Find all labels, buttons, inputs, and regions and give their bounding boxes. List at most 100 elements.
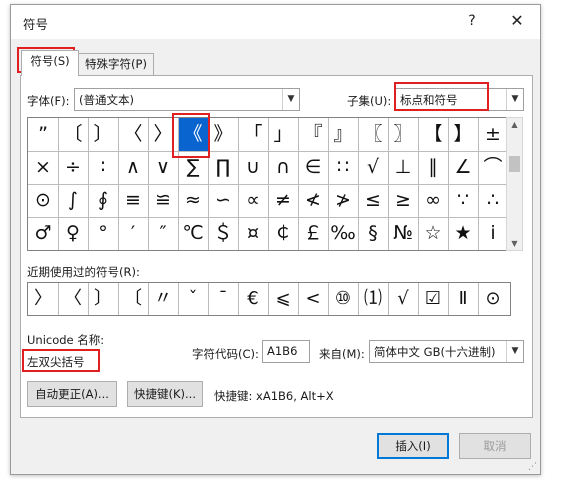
symbol-cell[interactable]: ⊙ (28, 184, 58, 217)
symbol-cell[interactable]: ≡ (118, 184, 148, 217)
symbol-cell[interactable]: ¤ (238, 217, 268, 250)
symbol-grid-scrollbar[interactable]: ▲ ▼ (506, 117, 523, 251)
recent-symbol-cell[interactable]: ☑ (418, 283, 448, 315)
scroll-up-icon[interactable]: ▲ (507, 120, 522, 129)
recent-symbol-cell[interactable]: ˉ (208, 283, 238, 315)
symbol-cell[interactable]: ∽ (208, 184, 238, 217)
symbol-cell[interactable]: ♂ (28, 217, 58, 250)
symbol-cell[interactable]: ∈ (298, 151, 328, 184)
recent-symbol-cell[interactable]: Ⅱ (448, 283, 478, 315)
symbol-cell-selected[interactable]: 《 (178, 118, 208, 151)
symbol-cell[interactable]: 〉 (148, 118, 178, 151)
symbol-cell[interactable]: ′ (118, 217, 148, 250)
symbol-cell[interactable]: √ (358, 151, 388, 184)
symbol-cell[interactable]: × (28, 151, 58, 184)
symbol-cell[interactable]: ⅰ (478, 217, 508, 250)
symbol-cell[interactable]: ∥ (418, 151, 448, 184)
symbol-cell[interactable]: ∏ (208, 151, 238, 184)
scroll-thumb[interactable] (509, 156, 520, 172)
symbol-cell[interactable]: ♀ (58, 217, 88, 250)
symbol-cell[interactable]: ≈ (178, 184, 208, 217)
symbol-cell[interactable]: ‰ (328, 217, 358, 250)
recent-symbol-cell[interactable]: √ (388, 283, 418, 315)
symbol-cell[interactable]: 》 (208, 118, 238, 151)
symbol-cell[interactable]: ” (28, 118, 58, 151)
close-icon[interactable]: ✕ (504, 10, 530, 32)
recent-symbol-cell[interactable]: 〔 (118, 283, 148, 315)
symbol-cell[interactable]: ∴ (478, 184, 508, 217)
symbol-cell[interactable]: 』 (328, 118, 358, 151)
symbol-cell[interactable]: ∩ (268, 151, 298, 184)
symbol-cell[interactable]: ￡ (298, 217, 328, 250)
symbol-cell[interactable]: ∝ (238, 184, 268, 217)
tab-symbols[interactable]: 符号(S) (21, 50, 79, 76)
chevron-down-icon[interactable]: ▼ (282, 89, 299, 110)
symbol-cell[interactable]: ≯ (328, 184, 358, 217)
from-select[interactable]: 简体中文 GB(十六进制) ▼ (369, 340, 524, 363)
symbol-cell[interactable]: ∶ (88, 151, 118, 184)
symbol-cell[interactable]: ℃ (178, 217, 208, 250)
recent-symbol-cell[interactable]: 〈 (58, 283, 88, 315)
shortcut-key-button[interactable]: 快捷键(K)... (127, 381, 203, 407)
symbol-cell[interactable]: ∮ (88, 184, 118, 217)
scroll-down-icon[interactable]: ▼ (507, 239, 522, 248)
symbol-cell[interactable]: § (358, 217, 388, 250)
symbol-cell[interactable]: ￠ (268, 217, 298, 250)
symbol-cell[interactable]: 〖 (358, 118, 388, 151)
chevron-down-icon[interactable]: ▼ (506, 89, 523, 110)
symbol-cell[interactable]: ⌒ (478, 151, 508, 184)
tab-special-characters[interactable]: 特殊字符(P) (78, 53, 154, 77)
recent-symbol-cell[interactable]: ⑩ (328, 283, 358, 315)
insert-button[interactable]: 插入(I) (377, 433, 449, 459)
symbol-cell[interactable]: ∷ (328, 151, 358, 184)
symbol-cell[interactable]: 〈 (118, 118, 148, 151)
symbol-cell[interactable]: ° (88, 217, 118, 250)
symbol-cell[interactable]: 【 (418, 118, 448, 151)
symbol-cell[interactable]: ÷ (58, 151, 88, 184)
symbol-cell[interactable]: ± (478, 118, 508, 151)
recent-symbol-cell[interactable]: € (238, 283, 268, 315)
symbol-cell[interactable]: ★ (448, 217, 478, 250)
symbol-cell[interactable]: 『 (298, 118, 328, 151)
symbol-cell[interactable]: ⊥ (388, 151, 418, 184)
recent-symbols[interactable]: 〉〈〕〔〃 ˇ ˉ € ⩽ < ⑩ ⑴ √ ☑ Ⅱ ⊙ (27, 282, 511, 316)
recent-symbol-cell[interactable]: 〕 (88, 283, 118, 315)
recent-symbol-cell[interactable]: ⑴ (358, 283, 388, 315)
recent-symbol-cell[interactable]: < (298, 283, 328, 315)
symbol-cell[interactable]: ″ (148, 217, 178, 250)
symbol-cell[interactable]: ∠ (448, 151, 478, 184)
symbol-cell[interactable]: ≤ (358, 184, 388, 217)
recent-symbol-cell[interactable]: ˇ (178, 283, 208, 315)
symbol-cell[interactable]: ∑ (178, 151, 208, 184)
symbol-cell[interactable]: 〔 (58, 118, 88, 151)
recent-symbol-cell[interactable]: 〃 (148, 283, 178, 315)
symbol-cell[interactable]: ≥ (388, 184, 418, 217)
symbol-cell[interactable]: ∧ (118, 151, 148, 184)
autocorrect-button[interactable]: 自动更正(A)... (27, 381, 117, 407)
symbol-cell[interactable]: ☆ (418, 217, 448, 250)
symbol-cell[interactable]: ∨ (148, 151, 178, 184)
font-select[interactable]: (普通文本) ▼ (74, 88, 300, 111)
symbol-cell[interactable]: 「 (238, 118, 268, 151)
symbol-cell[interactable]: ∪ (238, 151, 268, 184)
symbol-cell[interactable]: 」 (268, 118, 298, 151)
cancel-button[interactable]: 取消 (459, 433, 531, 459)
recent-symbol-cell[interactable]: ⊙ (478, 283, 508, 315)
chevron-down-icon[interactable]: ▼ (506, 341, 523, 362)
symbol-cell[interactable]: 〗 (388, 118, 418, 151)
recent-symbol-cell[interactable]: ⩽ (268, 283, 298, 315)
symbol-cell[interactable]: 〕 (88, 118, 118, 151)
symbol-cell[interactable]: ＄ (208, 217, 238, 250)
help-icon[interactable]: ? (459, 10, 485, 32)
symbol-cell[interactable]: ≠ (268, 184, 298, 217)
char-code-input[interactable]: A1B6 (262, 340, 310, 363)
resize-grip-icon[interactable]: ⋰ (528, 462, 538, 472)
symbol-cell[interactable]: № (388, 217, 418, 250)
symbol-cell[interactable]: ∞ (418, 184, 448, 217)
symbol-cell[interactable]: 】 (448, 118, 478, 151)
symbol-cell[interactable]: ≮ (298, 184, 328, 217)
symbol-cell[interactable]: ∫ (58, 184, 88, 217)
symbol-cell[interactable]: ≌ (148, 184, 178, 217)
symbol-cell[interactable]: ∵ (448, 184, 478, 217)
recent-symbol-cell[interactable]: 〉 (28, 283, 58, 315)
